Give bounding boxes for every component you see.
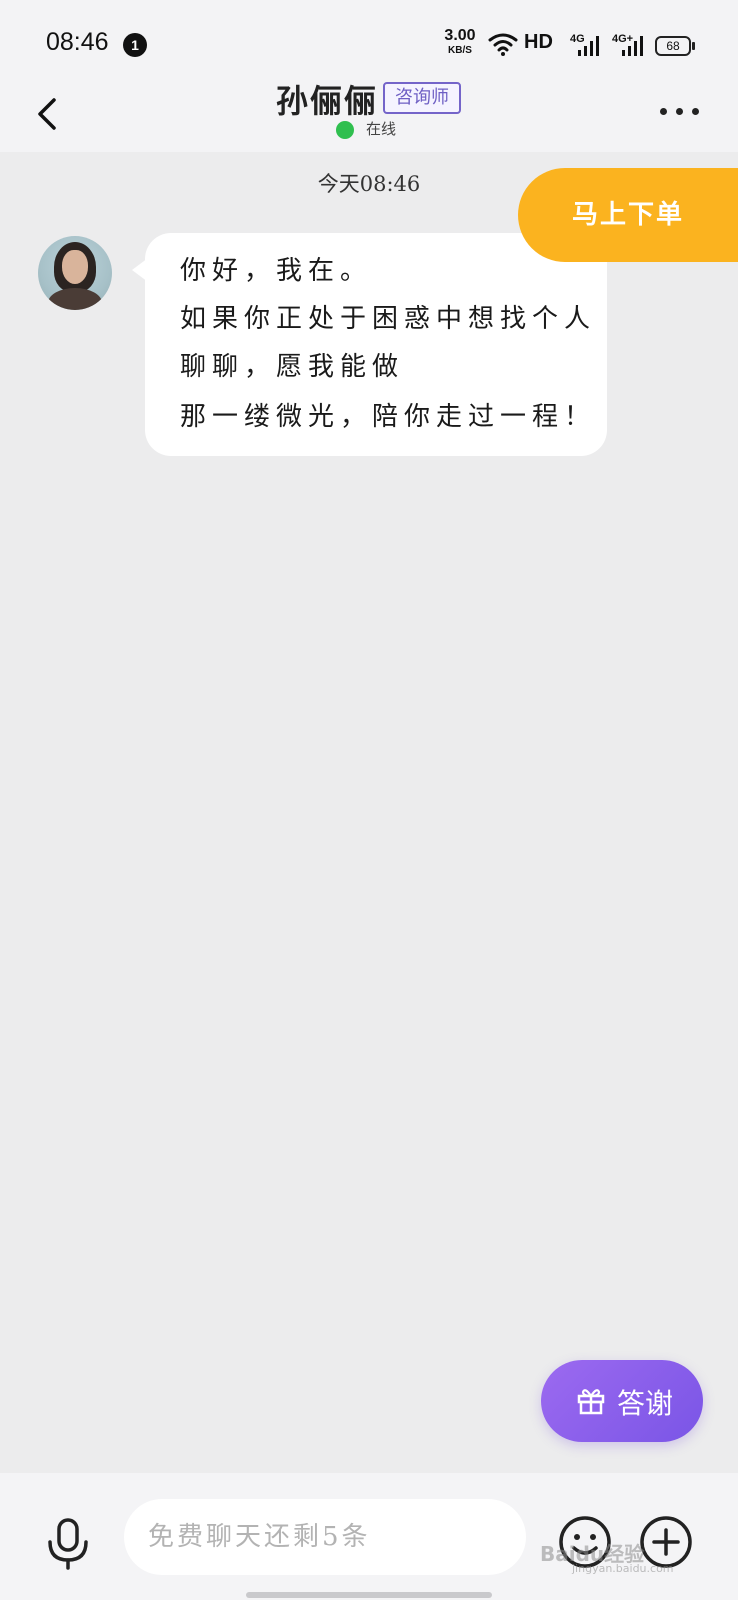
role-badge: 咨询师 — [383, 82, 461, 114]
network-speed-unit: KB/S — [448, 45, 472, 56]
notification-badge: 1 — [123, 33, 147, 57]
hd-label: HD — [524, 31, 553, 53]
microphone-icon — [48, 1518, 88, 1570]
status-time: 08:46 — [46, 28, 109, 56]
signal-4g-icon: 4G — [570, 33, 599, 56]
watermark-url: jingyan.baidu.com — [572, 1562, 674, 1575]
network-speed: 3.00 KB/S — [440, 28, 480, 56]
online-status-dot — [336, 121, 354, 139]
message-input[interactable] — [124, 1499, 526, 1575]
home-indicator[interactable] — [246, 1592, 492, 1598]
message-line: 如果你正处于困惑中想找个人 — [180, 304, 597, 334]
online-status-text: 在线 — [366, 120, 397, 138]
chevron-left-icon — [38, 98, 56, 130]
more-options-button[interactable] — [656, 96, 706, 126]
wifi-icon — [488, 33, 518, 56]
avatar[interactable] — [38, 236, 112, 310]
message-line: 聊聊，愿我能做 — [180, 352, 405, 382]
contact-name: 孙俪俪 — [276, 82, 379, 120]
thanks-label: 答谢 — [617, 1387, 674, 1420]
back-button[interactable] — [28, 92, 72, 136]
thanks-button[interactable]: 答谢 — [541, 1360, 703, 1442]
gift-icon — [577, 1389, 605, 1415]
svg-text:4G: 4G — [570, 33, 585, 45]
signal-4g-plus-icon: 4G+ — [612, 33, 643, 56]
network-speed-value: 3.00 — [444, 27, 476, 44]
dot-icon — [676, 108, 683, 115]
svg-text:4G+: 4G+ — [612, 33, 633, 45]
voice-button[interactable] — [44, 1516, 92, 1572]
message-line: 那一缕微光，陪你走过一程！ — [180, 402, 597, 432]
dot-icon — [660, 108, 667, 115]
dot-icon — [692, 108, 699, 115]
message-line: 你好，我在。 — [180, 256, 373, 286]
order-now-button[interactable]: 马上下单 — [518, 168, 738, 262]
battery-indicator: 68 — [655, 36, 695, 56]
